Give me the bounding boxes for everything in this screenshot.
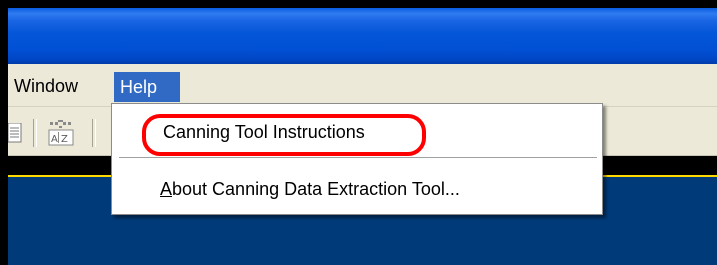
sort-az-icon: A Z <box>48 120 74 146</box>
menu-item-mnemonic: A <box>160 179 173 199</box>
menu-window[interactable]: Window <box>10 75 82 97</box>
menu-help[interactable]: Help <box>114 72 180 102</box>
title-bar[interactable] <box>8 8 717 64</box>
menu-separator <box>119 157 597 158</box>
menu-item-label: About Canning Data Extraction Tool... <box>114 179 460 199</box>
menu-item-about[interactable]: About Canning Data Extraction Tool... <box>114 172 600 206</box>
menu-item-label: Canning Tool Instructions <box>163 122 365 142</box>
toolbar-separator <box>33 119 37 147</box>
screen: Window Help A Z Canning Tool Instruction… <box>0 0 717 265</box>
menu-bar: Window Help <box>8 64 717 107</box>
application-window: Window Help A Z Canning Tool Instruction… <box>8 8 717 265</box>
svg-text:Z: Z <box>61 134 68 145</box>
toolbar-separator <box>92 119 96 147</box>
menu-item-label-rest: bout Canning Data Extraction Tool... <box>172 179 460 199</box>
document-icon[interactable] <box>8 122 24 143</box>
help-dropdown-menu: Canning Tool Instructions About Canning … <box>111 103 603 215</box>
svg-text:A: A <box>51 134 58 145</box>
menu-item-canning-tool-instructions[interactable]: Canning Tool Instructions <box>114 115 600 149</box>
sort-az-button[interactable]: A Z <box>46 117 76 149</box>
